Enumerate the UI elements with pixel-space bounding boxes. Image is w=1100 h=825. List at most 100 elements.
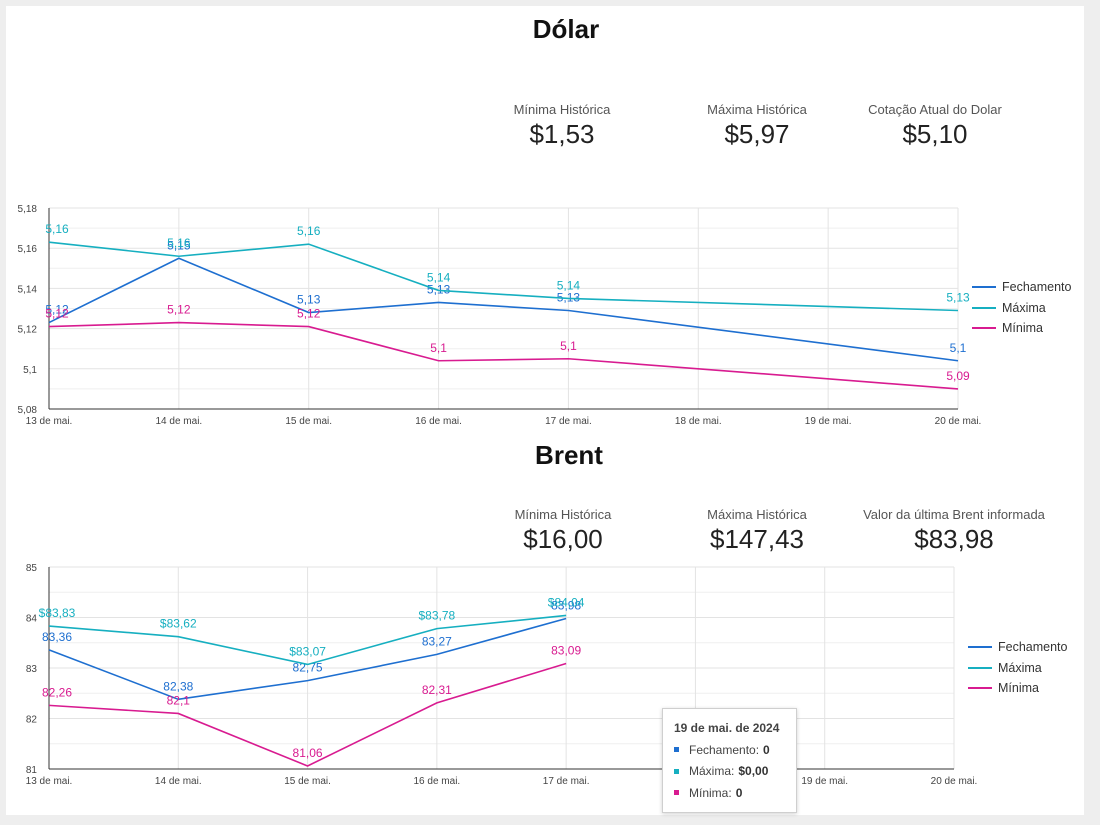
data-label: $84,04 — [548, 595, 585, 609]
x-tick-label: 19 de mai. — [805, 416, 852, 427]
data-label: 83,09 — [551, 643, 581, 657]
legend-swatch — [972, 286, 996, 289]
y-tick-label: 85 — [26, 563, 38, 574]
x-tick-label: 13 de mai. — [26, 776, 73, 787]
legend-item[interactable]: Fechamento — [968, 637, 1067, 658]
tooltip-value: 0 — [735, 785, 743, 800]
tooltip-label: Fechamento: — [689, 742, 760, 757]
x-tick-label: 18 de mai. — [675, 416, 722, 427]
kpi-label: Mínima Histórica — [514, 507, 612, 522]
tooltip-title: 19 de mai. de 2024 — [674, 721, 780, 735]
chart-tooltip: 19 de mai. de 2024 Fechamento: 0 Máxima:… — [662, 708, 797, 813]
data-label: 81,06 — [293, 746, 323, 760]
x-tick-label: 16 de mai. — [415, 416, 462, 427]
tooltip-row-minima: Mínima: 0 — [663, 782, 796, 804]
data-label: 5,1 — [560, 339, 577, 353]
x-tick-label: 14 de mai. — [156, 416, 203, 427]
data-label: 5,13 — [427, 282, 451, 296]
legend-label: Fechamento — [998, 640, 1068, 655]
brent-kpi-max: Máxima Histórica $147,43 — [657, 507, 857, 555]
dashboard-card: Dólar Mínima Histórica $1,53 Máxima Hist… — [6, 6, 1084, 815]
data-label: $83,83 — [39, 606, 76, 620]
y-tick-label: 83 — [26, 664, 38, 675]
chart-1-plot: 85 84 83 82 8113 de mai. 14 de mai. 15 de mai.… — [26, 563, 978, 787]
data-label: 82,1 — [167, 693, 191, 707]
brent-kpi-last: Valor da última Brent informada $83,98 — [839, 507, 1069, 555]
dolar-line-chart: 5,185,165,145,125,15,0813 de mai. 14 de m… — [18, 204, 982, 787]
data-label: $83,78 — [419, 609, 456, 623]
x-tick-label: 15 de mai. — [284, 776, 331, 787]
data-label: 82,38 — [163, 679, 193, 693]
data-label: 5,16 — [297, 224, 321, 238]
tooltip-row-fechamento: Fechamento: 0 — [663, 739, 796, 761]
y-tick-label: 82 — [26, 715, 38, 726]
x-tick-label: 17 de mai. — [543, 776, 590, 787]
legend-swatch — [972, 306, 996, 309]
legend-item[interactable]: Mínima — [972, 318, 1071, 339]
x-tick-label: 20 de mai. — [931, 776, 978, 787]
y-tick-label: 5,1 — [23, 365, 37, 376]
brent-kpi-min: Mínima Histórica $16,00 — [463, 507, 663, 555]
y-tick-label: 84 — [26, 614, 38, 625]
data-label: 82,26 — [42, 685, 72, 699]
legend-swatch — [968, 666, 992, 669]
data-label: $83,07 — [289, 644, 326, 658]
data-label: 5,12 — [167, 303, 191, 317]
kpi-label: Valor da última Brent informada — [863, 507, 1045, 522]
x-tick-label: 13 de mai. — [26, 416, 73, 427]
legend-label: Mínima — [998, 681, 1039, 696]
data-label: 5,16 — [167, 236, 191, 250]
kpi-value: $83,98 — [914, 524, 994, 554]
y-tick-label: 5,08 — [18, 405, 38, 416]
series-color-marker — [674, 790, 679, 796]
x-tick-label: 16 de mai. — [414, 776, 461, 787]
legend-swatch — [968, 646, 992, 649]
legend-item[interactable]: Mínima — [968, 678, 1067, 699]
data-label: 5,14 — [557, 278, 581, 292]
dolar-legend: Fechamento Máxima Mínima — [972, 277, 1071, 339]
legend-item[interactable]: Máxima — [972, 298, 1071, 319]
data-label: 5,16 — [45, 222, 69, 236]
data-label: 5,13 — [297, 293, 321, 307]
x-tick-label: 14 de mai. — [155, 776, 202, 787]
data-label: 83,36 — [42, 630, 72, 644]
x-tick-label: 19 de mai. — [801, 776, 848, 787]
data-label: 5,09 — [946, 369, 970, 383]
data-label: 5,1 — [950, 341, 967, 355]
x-tick-label: 20 de mai. — [935, 416, 982, 427]
legend-item[interactable]: Máxima — [968, 658, 1067, 679]
brent-legend: Fechamento Máxima Mínima — [968, 637, 1067, 699]
brent-title: Brent — [535, 440, 603, 470]
y-tick-label: 5,12 — [18, 325, 38, 336]
data-label: 5,14 — [427, 270, 451, 284]
y-tick-label: 5,14 — [18, 284, 38, 295]
legend-label: Máxima — [998, 660, 1042, 675]
y-tick-label: 81 — [26, 765, 38, 776]
kpi-value: $16,00 — [523, 524, 603, 554]
tooltip-value: 0 — [763, 742, 770, 757]
x-tick-label: 15 de mai. — [285, 416, 332, 427]
legend-item[interactable]: Fechamento — [972, 277, 1071, 298]
data-label: 5,12 — [45, 307, 69, 321]
series-line-máxima — [48, 241, 959, 312]
tooltip-label: Mínima: — [689, 785, 732, 800]
data-label: $83,62 — [160, 617, 197, 631]
y-tick-label: 5,18 — [18, 204, 38, 215]
tooltip-value: $0,00 — [738, 764, 769, 779]
data-label: 5,1 — [430, 341, 447, 355]
legend-label: Máxima — [1002, 300, 1046, 315]
data-label: 82,31 — [422, 683, 452, 697]
tooltip-row-maxima: Máxima: $0,00 — [663, 761, 796, 783]
kpi-label: Máxima Histórica — [707, 507, 807, 522]
chart-0-plot: 5,18 5,16 5,14 5,12 5,1 5,0813 de mai. 14 de m… — [18, 204, 982, 427]
series-line-mínima — [48, 321, 959, 390]
legend-swatch — [968, 687, 992, 690]
series-color-marker — [674, 747, 679, 753]
series-color-marker — [674, 768, 679, 774]
data-label: 5,13 — [946, 291, 970, 305]
data-label: 83,27 — [422, 634, 452, 648]
legend-label: Mínima — [1002, 321, 1043, 336]
data-label: 5,12 — [297, 307, 321, 321]
legend-swatch — [972, 327, 996, 330]
kpi-value: $147,43 — [710, 524, 804, 554]
